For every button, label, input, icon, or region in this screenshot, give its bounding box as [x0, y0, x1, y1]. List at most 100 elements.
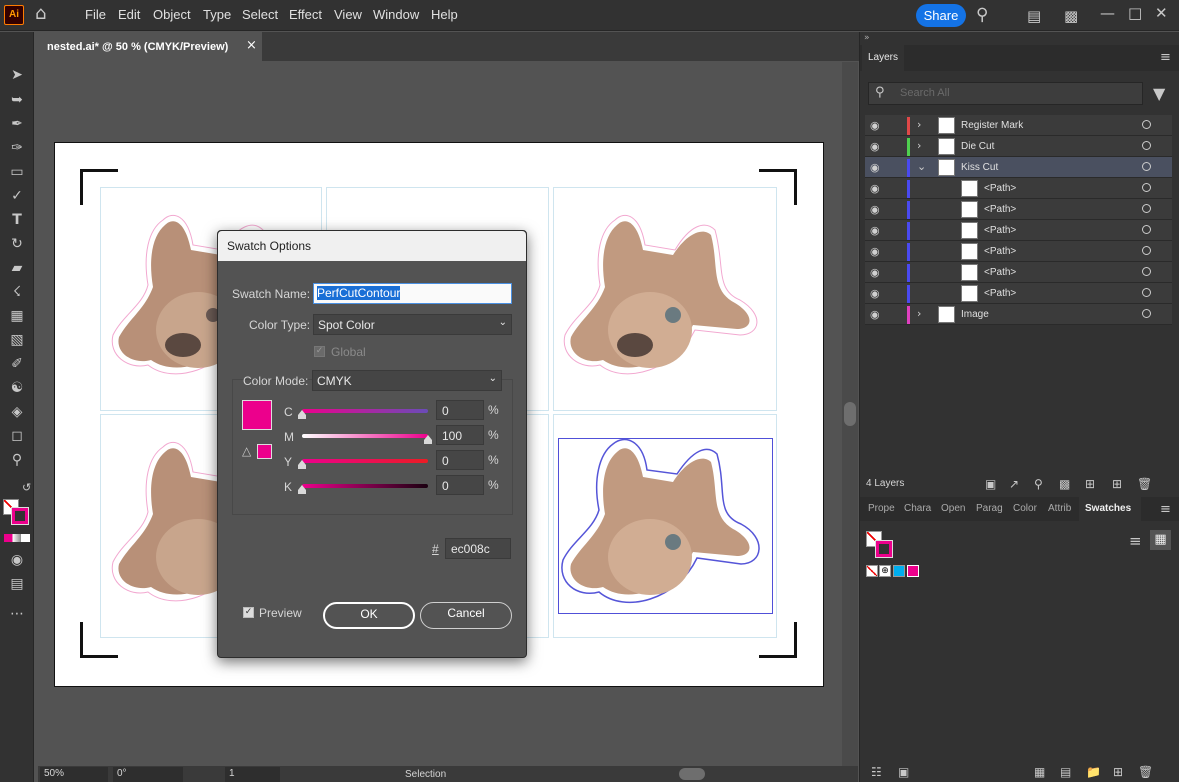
more-tools-icon[interactable]: ⋯ — [7, 605, 27, 623]
swatch-name-input[interactable]: PerfCutContour — [313, 283, 512, 304]
collapse-panels-icon[interactable]: » — [864, 33, 870, 43]
target-circle-icon[interactable] — [1142, 162, 1151, 171]
target-circle-icon[interactable] — [1142, 204, 1151, 213]
cyan-slider-handle[interactable] — [298, 410, 306, 419]
target-circle-icon[interactable] — [1142, 225, 1151, 234]
vertical-scroll-thumb[interactable] — [844, 402, 856, 426]
swatch-stroke-indicator[interactable] — [875, 540, 893, 558]
color-mode-dropdown[interactable]: CMYK ⌄ — [312, 370, 502, 391]
eye-icon[interactable]: ◉ — [870, 224, 880, 237]
gradient-tool-icon[interactable]: ▦ — [7, 307, 27, 325]
tab-attributes[interactable]: Attrib — [1048, 503, 1071, 514]
swatch-perfcutcontour[interactable] — [907, 565, 919, 577]
new-layer-icon[interactable]: ⊞ — [1112, 476, 1122, 492]
selection-tool-icon[interactable]: ➤ — [7, 66, 27, 84]
paintbrush-tool-icon[interactable]: ✓ — [7, 187, 27, 205]
sublayer-row[interactable] — [865, 178, 1172, 199]
blend-tool-icon[interactable]: ☯ — [7, 379, 27, 397]
grid-view-icon[interactable]: ▦ — [1150, 530, 1171, 550]
yellow-input[interactable]: 0 — [436, 450, 484, 470]
swatch-none[interactable] — [866, 565, 878, 577]
global-checkbox[interactable]: ✓ — [314, 346, 325, 357]
black-slider-handle[interactable] — [298, 485, 306, 494]
swatch-libraries-icon[interactable]: ☷ — [871, 764, 882, 780]
rotation-dropdown[interactable]: 0° — [113, 767, 183, 782]
arrange-documents-icon[interactable]: ▩ — [1064, 8, 1078, 24]
minimize-icon[interactable]: — — [1100, 5, 1115, 21]
black-input[interactable]: 0 — [436, 475, 484, 495]
target-circle-icon[interactable] — [1142, 267, 1151, 276]
new-color-group-icon[interactable]: 📁 — [1086, 764, 1101, 780]
web-safe-swatch[interactable] — [257, 444, 272, 459]
sublayer-row[interactable] — [865, 199, 1172, 220]
sublayer-row[interactable] — [865, 241, 1172, 262]
yellow-slider[interactable] — [302, 459, 428, 463]
swatch-options-icon[interactable]: ▤ — [1060, 764, 1071, 780]
eye-icon[interactable]: ◉ — [870, 287, 880, 300]
sublayer-row[interactable] — [865, 220, 1172, 241]
layer-row[interactable] — [865, 157, 1172, 178]
home-icon[interactable]: ⌂ — [35, 5, 46, 23]
color-type-dropdown[interactable]: Spot Color ⌄ — [313, 314, 512, 335]
mesh-tool-icon[interactable]: ▧ — [7, 331, 27, 349]
out-of-gamut-cube-icon[interactable]: △ — [242, 444, 251, 458]
share-button[interactable]: Share — [916, 4, 966, 27]
sublayer-row[interactable] — [865, 283, 1172, 304]
target-circle-icon[interactable] — [1142, 120, 1151, 129]
layers-search-input[interactable]: ⚲ Search All — [868, 82, 1143, 105]
tab-swatches[interactable]: Swatches — [1079, 497, 1141, 521]
tab-properties[interactable]: Prope — [868, 503, 895, 514]
curvature-tool-icon[interactable]: ✑ — [7, 139, 27, 157]
eye-icon[interactable]: ◉ — [870, 245, 880, 258]
eye-icon[interactable]: ◉ — [870, 266, 880, 279]
export-icon[interactable]: ↗ — [1009, 476, 1019, 492]
chevron-right-icon[interactable]: › — [917, 139, 921, 152]
hex-input[interactable]: ec008c — [445, 538, 511, 559]
preview-checkbox[interactable]: ✓ — [243, 607, 254, 618]
eraser-tool-icon[interactable]: ▰ — [7, 259, 27, 277]
direct-selection-tool-icon[interactable]: ➥ — [7, 91, 27, 109]
cyan-slider[interactable] — [302, 409, 428, 413]
screen-mode-icon[interactable]: ▤ — [7, 575, 27, 593]
yellow-slider-handle[interactable] — [298, 460, 306, 469]
close-window-icon[interactable]: ✕ — [1155, 5, 1168, 21]
panel-menu-icon[interactable]: ≡ — [1160, 502, 1171, 517]
maximize-icon[interactable]: □ — [1128, 5, 1142, 21]
sublayer-row[interactable] — [865, 262, 1172, 283]
artboard-tool-icon[interactable]: ◻ — [7, 427, 27, 445]
swatch-kinds-icon[interactable]: ▦ — [1034, 764, 1045, 780]
target-circle-icon[interactable] — [1142, 183, 1151, 192]
layers-tab[interactable]: Layers — [862, 45, 904, 71]
target-circle-icon[interactable] — [1142, 309, 1151, 318]
panel-menu-icon[interactable]: ≡ — [1160, 50, 1171, 65]
close-tab-icon[interactable]: × — [246, 38, 257, 53]
document-tab[interactable]: nested.ai* @ 50 % (CMYK/Preview) — [40, 32, 262, 61]
layer-row[interactable] — [865, 304, 1172, 325]
menu-window[interactable]: Window — [373, 7, 419, 22]
chevron-right-icon[interactable]: › — [917, 307, 921, 320]
artboard-navigator[interactable]: 1 — [225, 767, 280, 782]
menu-help[interactable]: Help — [431, 7, 458, 22]
eyedropper-tool-icon[interactable]: ✐ — [7, 355, 27, 373]
magenta-input[interactable]: 100 — [436, 425, 484, 445]
zoom-tool-icon[interactable]: ⚲ — [7, 451, 27, 469]
menu-object[interactable]: Object — [153, 7, 191, 22]
eye-icon[interactable]: ◉ — [870, 161, 880, 174]
menu-edit[interactable]: Edit — [118, 7, 140, 22]
horizontal-scroll-thumb[interactable] — [679, 768, 705, 780]
new-swatch-icon[interactable]: ⊞ — [1113, 764, 1123, 780]
menu-file[interactable]: File — [85, 7, 106, 22]
stroke-swatch[interactable] — [11, 507, 29, 525]
ok-button[interactable]: OK — [323, 602, 415, 629]
target-circle-icon[interactable] — [1142, 288, 1151, 297]
filter-icon[interactable]: ▼ — [1153, 84, 1165, 103]
color-mode-buttons[interactable] — [4, 534, 30, 542]
warp-tool-icon[interactable]: ☇ — [7, 283, 27, 301]
rectangle-tool-icon[interactable]: ▭ — [7, 163, 27, 181]
make-clipping-mask-icon[interactable]: ▩ — [1059, 476, 1070, 492]
magenta-slider-handle[interactable] — [424, 435, 432, 444]
tab-color[interactable]: Color — [1013, 503, 1037, 514]
chevron-right-icon[interactable]: › — [917, 118, 921, 131]
trash-icon[interactable]: 🗑 — [1137, 476, 1152, 492]
menu-effect[interactable]: Effect — [289, 7, 322, 22]
